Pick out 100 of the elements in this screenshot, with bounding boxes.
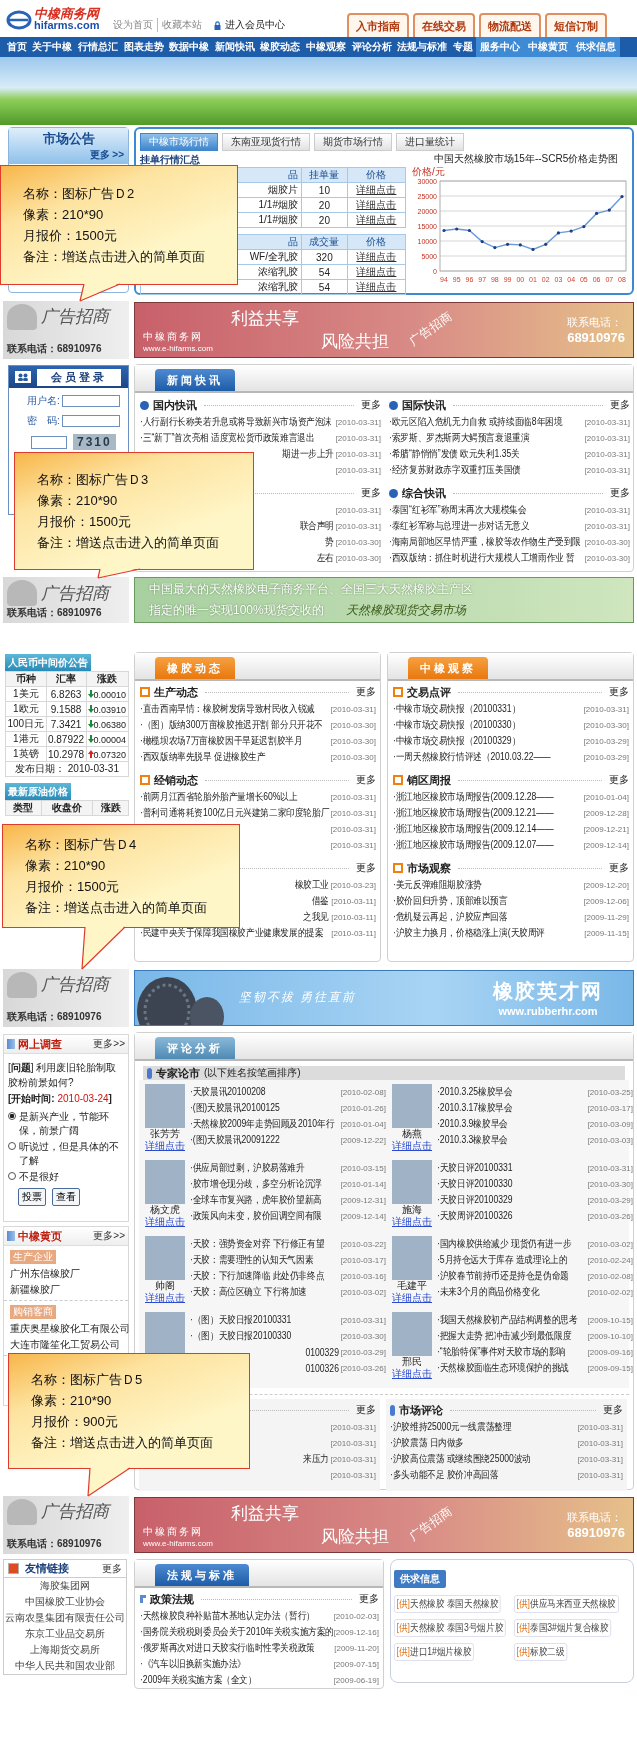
nav-item[interactable]: 评论分析: [348, 37, 395, 57]
ad-card[interactable]: 广告招商 联系电话：68910976: [3, 300, 129, 359]
news-link[interactable]: ·普利司通将耗资100亿日元兴建第二家印度轮胎厂: [140, 806, 330, 820]
article-link[interactable]: ·天胶日评20100329: [437, 1193, 513, 1207]
nav-item[interactable]: 首页: [4, 37, 30, 57]
news-link[interactable]: ·经济复苏财政赤字双重打压美国债: [389, 463, 521, 477]
news-link[interactable]: 期进一步上升: [282, 447, 334, 461]
friend-link[interactable]: 东京工业品交易所: [25, 1626, 105, 1642]
friend-link[interactable]: 云南农垦集团有限责任公司: [5, 1610, 125, 1626]
option-label[interactable]: 是新兴产业，节能环保，前景广阔: [19, 1110, 124, 1138]
news-link[interactable]: ·橄榄坝农场7万亩橡胶因干旱延迟割胶半月: [140, 734, 303, 748]
article-link[interactable]: ·天胶：高位区确立 下行将加速: [190, 1285, 308, 1299]
news-link[interactable]: ·三“新丁”首次亮相 适度宽松货币政策难言退出: [140, 431, 315, 445]
more-link[interactable]: 更多: [610, 486, 630, 500]
detail-link[interactable]: 详细点击: [392, 1140, 432, 1152]
article-link[interactable]: ·沪胶春节前持币还是持仓是伪命题: [437, 1269, 569, 1283]
article-link[interactable]: ·天胶日评20100331: [437, 1161, 513, 1175]
nav-item[interactable]: 中橡黄页: [523, 37, 572, 57]
news-link[interactable]: ·浙江地区橡胶市场周报告(2009.12.28——: [393, 790, 554, 804]
ad-card[interactable]: 广告招商 联系电话：68910976: [3, 968, 129, 1027]
news-link[interactable]: ·直击西南旱情：橡胶树发病导致村民收入锐减: [140, 702, 315, 716]
news-link[interactable]: ·天然橡胶良种补贴苗木基地认定办法（暂行）: [140, 1609, 315, 1623]
more-link[interactable]: 更多: [361, 486, 381, 500]
detail-link[interactable]: 详细点击: [392, 1292, 432, 1304]
more-link[interactable]: 更多: [356, 685, 376, 699]
detail-link[interactable]: 详细点击: [392, 1216, 432, 1228]
detail-link[interactable]: 详细点击: [145, 1216, 185, 1228]
ad-banner[interactable]: 中橡商务网 www.e-hifarms.com 利益共享 风险共担 广告招商 联系电话： 68910976: [134, 1496, 634, 1553]
more-link[interactable]: 更多: [609, 861, 629, 875]
news-link[interactable]: ·人行副行长称美若升息或将导致新兴市场资产泡沫: [140, 415, 333, 429]
nav-item[interactable]: 数据中橡: [166, 37, 212, 57]
article-link[interactable]: ·国内橡胶供给减少 现货仍有进一步: [437, 1237, 572, 1251]
company-link[interactable]: 新疆橡胶厂: [10, 1282, 60, 1298]
news-link[interactable]: ·沪胶震荡 日内做多: [390, 1436, 465, 1450]
news-link[interactable]: 势: [325, 535, 334, 549]
news-link[interactable]: ·民建中央关于保障我国橡胶产业健康发展的提案: [140, 926, 324, 940]
news-link[interactable]: ·浙江地区橡胶市场周报告(2009.12.07——: [393, 838, 554, 852]
top-link[interactable]: 收藏本站: [157, 18, 203, 32]
more-link[interactable]: 更多: [603, 1403, 623, 1417]
news-link[interactable]: ·浙江地区橡胶市场周报告(2009.12.21——: [393, 806, 554, 820]
detail-link[interactable]: 详细点击: [392, 1368, 432, 1380]
header-tab[interactable]: 物流配送: [479, 13, 541, 37]
more-link[interactable]: 更多: [359, 1592, 379, 1606]
option-label[interactable]: 听说过，但是具体的不了解: [19, 1140, 124, 1168]
detail-link[interactable]: 详细点击: [145, 1140, 185, 1152]
news-link[interactable]: ·沪胶维持25000元一线震荡整理: [390, 1420, 512, 1434]
username-field[interactable]: [61, 395, 120, 407]
news-link[interactable]: ·欧元区陷入危机无力自救 或持续面临8年困境: [389, 415, 563, 429]
article-link[interactable]: ·(图)天胶晨讯20100125: [190, 1101, 280, 1115]
article-link[interactable]: ·供应局部过剩，沪胶易落难升: [190, 1161, 305, 1175]
news-link[interactable]: 橡胶工业: [294, 878, 329, 892]
article-link[interactable]: 0100329: [305, 1346, 339, 1358]
article-link[interactable]: 0100326: [305, 1362, 339, 1374]
news-link[interactable]: ·中橡市场交易快报（20100331）: [393, 702, 521, 716]
friend-link[interactable]: 上海期货交易所: [30, 1642, 100, 1658]
article-link[interactable]: ·未来3个月的商品价格变化: [437, 1285, 540, 1299]
news-link[interactable]: ·一周天然橡胶行情评述（2010.03.22——: [393, 750, 551, 764]
ad-banner[interactable]: 中橡商务网 www.e-hifarms.com 利益共享 风险共担 广告招商 联系电话： 68910976: [134, 301, 634, 358]
company-link[interactable]: 大连市隆笙化工贸易公司: [10, 1337, 120, 1353]
news-link[interactable]: ·俄罗斯再次对进口天胶实行临时性零关税政策: [140, 1641, 315, 1655]
panel-tab[interactable]: 法规与标准: [155, 1564, 249, 1586]
news-link[interactable]: 之我见: [303, 910, 330, 924]
radio-button[interactable]: [8, 1112, 16, 1120]
company-link[interactable]: 重庆奥星橡胶化工有限公司: [10, 1321, 130, 1337]
article-link[interactable]: ·2010.3.3橡胶早会: [437, 1133, 508, 1147]
nav-item[interactable]: 关于中橡: [29, 37, 76, 57]
news-link[interactable]: ·泰红衫军称与总理进一步对话无意义: [389, 519, 530, 533]
nav-item[interactable]: 图表走势: [120, 37, 167, 57]
nav-item[interactable]: 供求信息: [571, 37, 620, 57]
nav-item[interactable]: 法规与标准: [394, 37, 450, 57]
header-tab[interactable]: 入市指南: [347, 13, 409, 37]
more-link[interactable]: 更多: [609, 685, 629, 699]
news-link[interactable]: ·多头动能不足 胶价冲高回落: [390, 1468, 499, 1482]
news-link[interactable]: ·胶价回归升势，顶部难以预言: [393, 894, 508, 908]
news-link[interactable]: ·中橡市场交易快报（20100330）: [393, 718, 521, 732]
article-link[interactable]: ·全球车市复兴路，虎年胶价望新高: [190, 1193, 322, 1207]
more-link[interactable]: 更多: [610, 398, 630, 412]
article-link[interactable]: ·政策风向未变，胶价回调空间有限: [190, 1209, 322, 1223]
market-tab[interactable]: 东南亚现货行情: [222, 133, 310, 151]
member-center-link[interactable]: 进入会员中心: [225, 18, 286, 32]
password-field[interactable]: [61, 415, 120, 427]
news-link[interactable]: 借鉴: [312, 894, 330, 908]
news-link[interactable]: ·《汽车以旧换新实施办法》: [140, 1657, 247, 1671]
friend-link[interactable]: 海胶集团网: [40, 1578, 90, 1594]
article-link[interactable]: ·天胶晨讯20100208: [190, 1085, 266, 1099]
market-tab[interactable]: 期货市场行情: [314, 133, 392, 151]
nav-item[interactable]: 专题: [449, 37, 476, 57]
article-link[interactable]: ·2010.3.17橡胶早会: [437, 1101, 513, 1115]
more-link[interactable]: 更多: [356, 1403, 376, 1417]
company-link[interactable]: 广州东信橡胶厂: [10, 1266, 80, 1282]
news-link[interactable]: ·西双版纳率先脱旱 促进橡胶生产: [140, 750, 266, 764]
article-link[interactable]: ·天胶：强势资金对弈 下行修正有望: [190, 1237, 325, 1251]
article-link[interactable]: ·胶市增仓现分歧，多空分析论沉浮: [190, 1177, 322, 1191]
nav-item[interactable]: 行情总汇: [75, 37, 121, 57]
survey-button[interactable]: 查看: [52, 1188, 80, 1206]
article-link[interactable]: ·(图)天胶晨讯20091222: [190, 1133, 280, 1147]
ad-card[interactable]: 广告招商 联系电话：68910976: [3, 577, 129, 623]
article-link[interactable]: ·“轮胎特保”事件对天胶市场的影响: [437, 1345, 566, 1359]
nav-item[interactable]: 中橡观察: [303, 37, 349, 57]
more-link[interactable]: 更多: [356, 861, 376, 875]
